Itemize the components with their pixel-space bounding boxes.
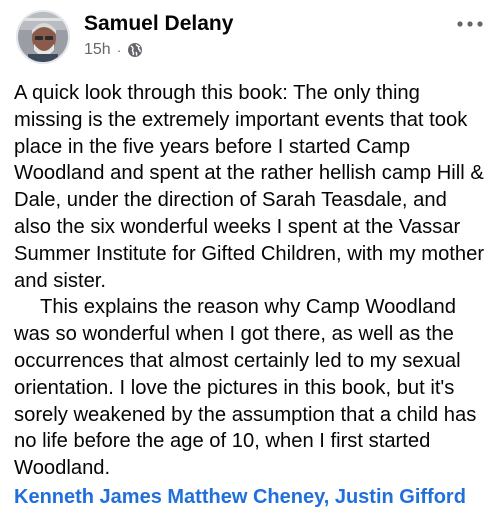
post-paragraph: This explains the reason why Camp Woodla… — [14, 296, 477, 480]
avatar[interactable] — [16, 10, 70, 64]
avatar-photo — [18, 12, 68, 62]
post-meta: 15h · — [84, 40, 143, 60]
tagged-people-links[interactable]: Kenneth James Matthew Cheney, Justin Gif… — [14, 486, 494, 509]
more-options-icon — [457, 21, 483, 27]
post-timestamp[interactable]: 15h — [84, 41, 111, 59]
meta-separator: · — [116, 42, 122, 58]
author-name[interactable]: Samuel Delany — [84, 12, 233, 36]
post-header: Samuel Delany 15h · — [0, 0, 500, 80]
post-text: A quick look through this book: The only… — [14, 80, 488, 482]
post-paragraph: A quick look through this book: The only… — [14, 82, 485, 292]
more-options-button[interactable] — [452, 12, 488, 36]
globe-icon[interactable] — [127, 42, 143, 58]
